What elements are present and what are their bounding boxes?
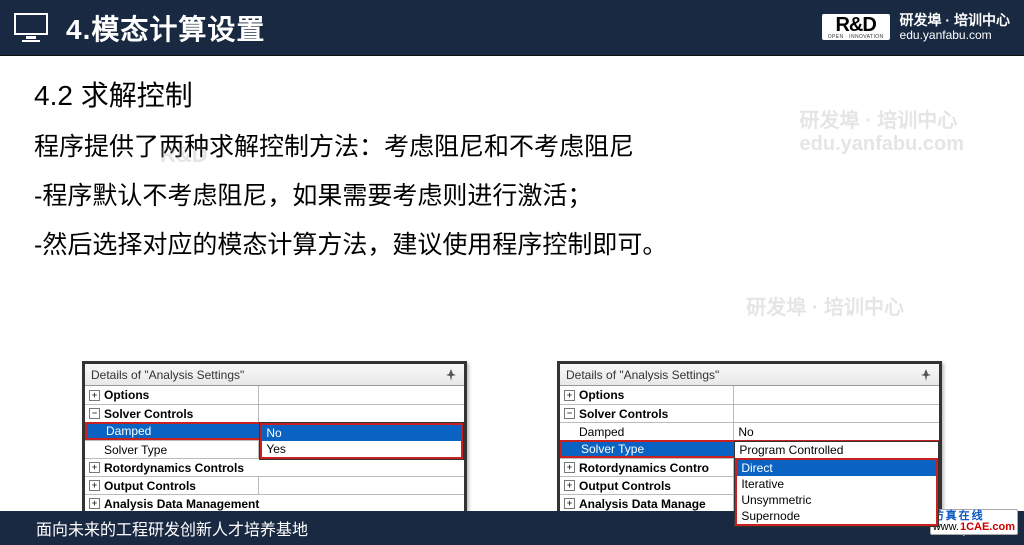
tree-row-rotordynamics[interactable]: +Rotordynamics Controls (85, 458, 464, 476)
watermark: 研发埠 · 培训中心 (746, 291, 904, 320)
tree-row-options[interactable]: +Options (560, 386, 939, 404)
body-line-2: -程序默认不考虑阻尼，如果需要考虑则进行激活； (34, 177, 996, 216)
header-left: 4.模态计算设置 (14, 8, 265, 48)
panel-header: Details of "Analysis Settings" (85, 364, 464, 386)
solver-type-dropdown[interactable]: Program Controlled Direct Iterative Unsy… (734, 441, 939, 527)
expander-icon[interactable]: + (564, 480, 575, 491)
tree-row-solver-type[interactable]: Solver Type No Yes (85, 440, 464, 458)
rd-logo: R&D OPEN · INNOVATION (822, 14, 890, 40)
rd-logo-text: R&D (835, 15, 875, 35)
expander-icon[interactable]: + (89, 462, 100, 473)
panel-header: Details of "Analysis Settings" (560, 364, 939, 386)
monitor-icon (14, 13, 48, 43)
expander-icon[interactable]: + (89, 498, 100, 509)
tree-row-damped[interactable]: Damped No (560, 422, 939, 440)
dropdown-option[interactable]: Yes (262, 441, 461, 457)
expander-icon[interactable]: + (564, 498, 575, 509)
rd-logo-sub: OPEN · INNOVATION (828, 35, 884, 40)
damped-dropdown[interactable]: No Yes (259, 422, 464, 460)
tree-row-output-controls[interactable]: +Output Controls (85, 476, 464, 494)
slide-title: 4.模态计算设置 (66, 8, 265, 48)
brand-url: edu.yanfabu.com (900, 29, 1010, 42)
dropdown-option[interactable]: Program Controlled (735, 442, 938, 458)
body-line-3: -然后选择对应的模态计算方法，建议使用程序控制即可。 (34, 226, 996, 265)
tree-row-solver-controls[interactable]: −Solver Controls (85, 404, 464, 422)
expander-icon[interactable]: + (89, 480, 100, 491)
header-right: R&D OPEN · INNOVATION 研发埠 · 培训中心 edu.yan… (822, 13, 1010, 42)
tree-row-options[interactable]: +Options (85, 386, 464, 404)
body-line-1: 程序提供了两种求解控制方法：考虑阻尼和不考虑阻尼 (34, 128, 996, 167)
expander-icon[interactable]: − (564, 408, 575, 419)
pin-icon[interactable] (919, 368, 933, 382)
expander-icon[interactable]: − (89, 408, 100, 419)
tree-row-rotordynamics[interactable]: +Rotordynamics Contro Program Controlled… (560, 458, 939, 476)
details-panel-left: Details of "Analysis Settings" +Options … (82, 361, 467, 515)
badge-domain: 1CAE.com (960, 522, 1015, 533)
property-tree: +Options −Solver Controls Damped No Solv… (560, 386, 939, 512)
panel-title: Details of "Analysis Settings" (566, 368, 719, 382)
dropdown-option[interactable]: Supernode (737, 508, 936, 524)
footer-left: 面向未来的工程研发创新人才培养基地 (36, 516, 308, 540)
section-title: 4.2 求解控制 (34, 74, 996, 114)
details-panel-right: Details of "Analysis Settings" +Options … (557, 361, 942, 515)
source-badge: 仿真在线 www. 1CAE.com (930, 509, 1018, 535)
dropdown-option[interactable]: Direct (737, 460, 936, 476)
dropdown-option[interactable]: Unsymmetric (737, 492, 936, 508)
tree-row-solver-controls[interactable]: −Solver Controls (560, 404, 939, 422)
dropdown-option[interactable]: Iterative (737, 476, 936, 492)
brand-cn: 研发埠 · 培训中心 (900, 13, 1010, 28)
expander-icon[interactable]: + (564, 462, 575, 473)
expander-icon[interactable]: + (89, 390, 100, 401)
property-tree: +Options −Solver Controls Damped No Solv… (85, 386, 464, 512)
brand-text: 研发埠 · 培训中心 edu.yanfabu.com (900, 13, 1010, 42)
dropdown-option[interactable]: No (262, 425, 461, 441)
panel-title: Details of "Analysis Settings" (91, 368, 244, 382)
pin-icon[interactable] (444, 368, 458, 382)
slide-content: R&D 研发埠 · 培训中心edu.yanfabu.com 研发埠 · 培训中心… (0, 56, 1024, 511)
slide-header: 4.模态计算设置 R&D OPEN · INNOVATION 研发埠 · 培训中… (0, 0, 1024, 56)
expander-icon[interactable]: + (564, 390, 575, 401)
tree-row-analysis-data[interactable]: +Analysis Data Management (85, 494, 464, 512)
panels-row: Details of "Analysis Settings" +Options … (0, 361, 1024, 515)
